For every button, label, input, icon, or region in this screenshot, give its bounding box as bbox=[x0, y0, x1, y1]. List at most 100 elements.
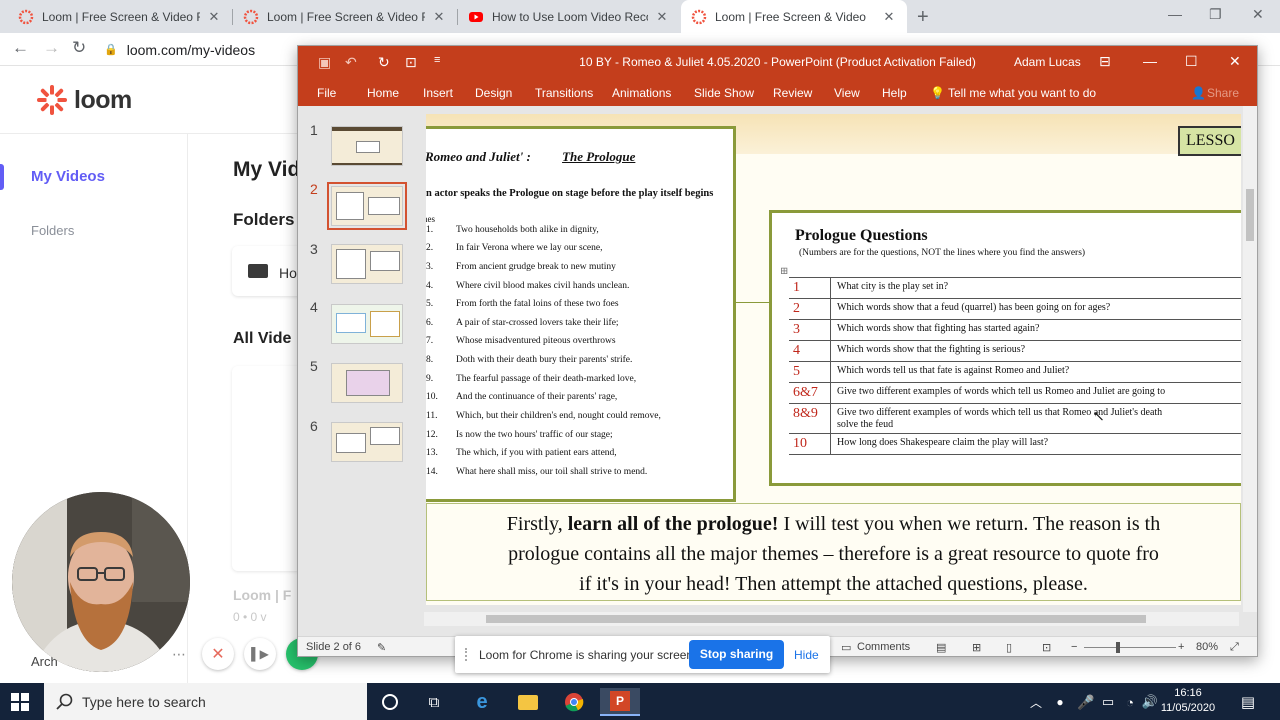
slide-thumbnail-4[interactable] bbox=[331, 304, 403, 344]
normal-view-icon[interactable]: ▤ bbox=[936, 641, 946, 654]
drag-handle-icon[interactable] bbox=[465, 648, 471, 661]
video-card[interactable] bbox=[232, 366, 302, 571]
more-options-icon[interactable]: ⋯ bbox=[172, 646, 186, 663]
horizontal-scrollbar[interactable] bbox=[424, 612, 1239, 626]
zoom-in-icon[interactable]: + bbox=[1178, 641, 1184, 653]
hide-button[interactable]: Hide bbox=[794, 648, 819, 662]
cancel-recording-button[interactable]: ✕ bbox=[202, 638, 234, 670]
zoom-level[interactable]: 80% bbox=[1196, 641, 1218, 653]
nav-active-indicator bbox=[0, 164, 4, 190]
slide-thumbnail-3[interactable] bbox=[331, 244, 403, 284]
new-tab-icon[interactable]: + bbox=[917, 6, 929, 29]
show-hidden-icons[interactable]: ︿ bbox=[1021, 688, 1051, 716]
menu-transitions[interactable]: Transitions bbox=[535, 86, 593, 100]
taskbar-search-input[interactable]: Type here to search bbox=[44, 683, 367, 720]
current-slide[interactable]: LESSO Romeo and Juliet' : The Prologue n… bbox=[426, 114, 1241, 605]
questions-text-box[interactable]: Prologue Questions (Numbers are for the … bbox=[769, 210, 1241, 486]
line-number: 6. bbox=[426, 318, 434, 328]
menu-file[interactable]: File bbox=[317, 86, 336, 100]
close-window-icon[interactable]: ✕ bbox=[1229, 53, 1241, 70]
close-icon[interactable]: ✕ bbox=[206, 9, 222, 25]
spell-check-icon[interactable]: ✎ bbox=[377, 641, 386, 654]
menu-slide-show[interactable]: Slide Show bbox=[694, 86, 754, 100]
clock-date: 11/05/2020 bbox=[1160, 702, 1216, 714]
browser-tab-3[interactable]: How to Use Loom Video Recorder ✕ bbox=[458, 0, 680, 33]
scroll-thumb[interactable] bbox=[1246, 189, 1254, 241]
sidebar-item-folders[interactable]: Folders bbox=[31, 223, 74, 238]
thumb-box bbox=[336, 433, 366, 453]
file-explorer-icon[interactable] bbox=[508, 688, 548, 716]
vertical-scrollbar[interactable] bbox=[1243, 106, 1257, 612]
maximize-icon[interactable]: ❐ bbox=[1209, 6, 1222, 23]
slide-sorter-icon[interactable]: ⊞ bbox=[972, 641, 981, 654]
instructions-text-box[interactable]: Firstly, learn all of the prologue! I wi… bbox=[426, 503, 1241, 601]
menu-insert[interactable]: Insert bbox=[423, 86, 453, 100]
slideshow-view-icon[interactable]: ⊡ bbox=[1042, 641, 1051, 654]
lesson-label-box[interactable]: LESSO bbox=[1178, 126, 1241, 156]
slide-thumbnail-2-selected[interactable] bbox=[327, 182, 407, 230]
battery-icon[interactable]: ▭ bbox=[1096, 688, 1120, 716]
back-icon[interactable]: ← bbox=[12, 38, 29, 58]
browser-tab-2[interactable]: Loom | Free Screen & Video Recording ✕ bbox=[233, 0, 457, 33]
windows-start-icon[interactable] bbox=[11, 693, 29, 711]
close-icon[interactable]: ✕ bbox=[654, 9, 670, 25]
reload-icon[interactable]: ↻ bbox=[72, 38, 86, 58]
table-move-handle-icon[interactable]: ⊞ bbox=[780, 266, 788, 277]
thumb-box bbox=[336, 192, 364, 220]
browser-tab-1[interactable]: Loom | Free Screen & Video Recording ✕ bbox=[8, 0, 232, 33]
question-text-line1: Give two different examples of words whi… bbox=[837, 407, 1163, 418]
pause-recording-button[interactable]: ▌▶ bbox=[244, 638, 276, 670]
minimize-icon[interactable]: — bbox=[1168, 6, 1182, 22]
menu-help[interactable]: Help bbox=[882, 86, 907, 100]
comments-button[interactable]: Comments bbox=[857, 641, 910, 653]
minimize-icon[interactable]: — bbox=[1143, 53, 1157, 69]
chrome-icon[interactable] bbox=[554, 688, 594, 716]
system-clock[interactable]: 16:16 11/05/2020 bbox=[1158, 686, 1218, 716]
edge-icon[interactable]: e bbox=[462, 688, 502, 716]
zoom-slider-handle[interactable] bbox=[1116, 642, 1120, 653]
share-button[interactable]: Share bbox=[1207, 86, 1239, 100]
menu-review[interactable]: Review bbox=[773, 86, 812, 100]
maximize-icon[interactable]: ☐ bbox=[1185, 53, 1198, 70]
tell-me-search[interactable]: Tell me what you want to do bbox=[948, 86, 1096, 100]
line-text: What here shall miss, our toil shall str… bbox=[456, 467, 648, 477]
menu-design[interactable]: Design bbox=[475, 86, 512, 100]
powerpoint-taskbar-icon[interactable]: P bbox=[600, 688, 640, 716]
ribbon-display-icon[interactable]: ⊟ bbox=[1099, 53, 1111, 70]
menu-home[interactable]: Home bbox=[367, 86, 399, 100]
thumbnail-number: 4 bbox=[310, 299, 318, 315]
reading-view-icon[interactable]: ▯ bbox=[1006, 641, 1012, 654]
notifications-icon[interactable]: ▤ bbox=[1232, 688, 1264, 716]
close-icon[interactable]: ✕ bbox=[431, 9, 447, 25]
zoom-out-icon[interactable]: − bbox=[1071, 641, 1077, 653]
slide-thumbnail-5[interactable] bbox=[331, 363, 403, 403]
table-row: 4 Which words show that the fighting is s… bbox=[789, 341, 1241, 362]
close-window-icon[interactable]: ✕ bbox=[1252, 6, 1264, 23]
menu-animations[interactable]: Animations bbox=[612, 86, 671, 100]
slide-thumbnail-6[interactable] bbox=[331, 422, 403, 462]
prologue-text-box[interactable]: Romeo and Juliet' : The Prologue n actor… bbox=[426, 126, 736, 502]
close-icon[interactable]: ✕ bbox=[881, 9, 897, 25]
questions-table[interactable]: 1 What city is the play set in? 2 Which wo… bbox=[789, 277, 1241, 455]
video-card-title[interactable]: Loom | F bbox=[233, 587, 291, 603]
loom-logo[interactable]: loom bbox=[36, 84, 132, 116]
forward-icon[interactable]: → bbox=[43, 38, 60, 58]
task-view-icon[interactable]: ⧉ bbox=[414, 688, 454, 716]
slide-editing-area: LESSO Romeo and Juliet' : The Prologue n… bbox=[424, 106, 1257, 612]
zoom-slider[interactable] bbox=[1084, 647, 1176, 648]
menu-view[interactable]: View bbox=[834, 86, 860, 100]
cortana-icon[interactable] bbox=[370, 688, 410, 716]
question-text-line2: solve the feud bbox=[837, 419, 894, 430]
people-icon[interactable]: ● bbox=[1048, 688, 1072, 716]
question-text: What city is the play set in? bbox=[837, 281, 949, 292]
slide-counter: Slide 2 of 6 bbox=[306, 641, 362, 653]
microphone-icon[interactable]: 🎤 bbox=[1074, 688, 1098, 716]
slide-thumbnail-1[interactable] bbox=[331, 126, 403, 166]
scroll-thumb[interactable] bbox=[486, 615, 1146, 623]
webcam-bubble[interactable] bbox=[12, 492, 190, 672]
browser-tab-4-active[interactable]: Loom | Free Screen & Video ✕ bbox=[681, 0, 907, 33]
sidebar-item-my-videos[interactable]: My Videos bbox=[31, 168, 105, 185]
stop-sharing-button[interactable]: Stop sharing bbox=[689, 640, 784, 669]
fit-to-window-icon[interactable]: ⤢ bbox=[1230, 641, 1239, 654]
signed-in-user[interactable]: Adam Lucas bbox=[1014, 55, 1081, 69]
